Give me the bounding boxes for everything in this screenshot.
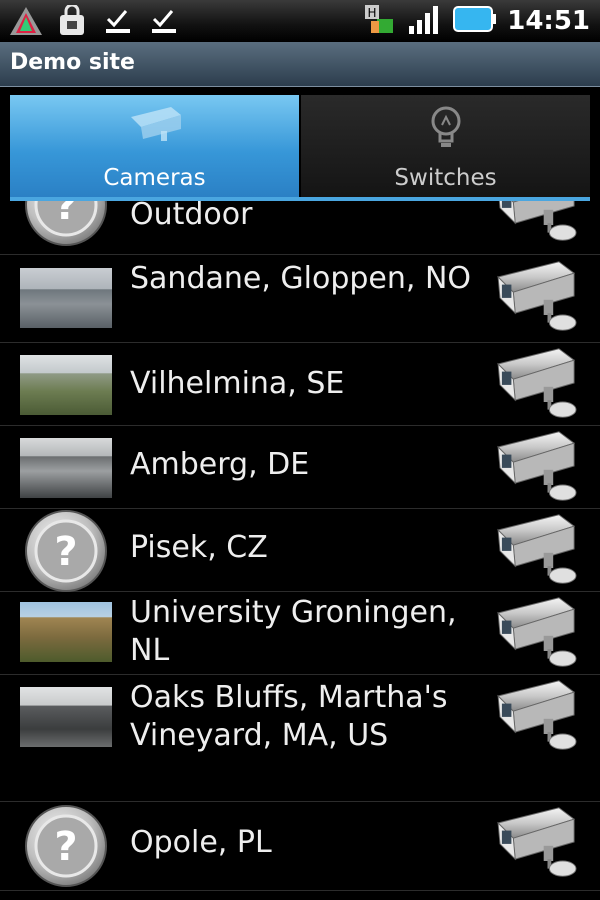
app-launcher-notification-icon [6,3,46,39]
list-item[interactable]: Amberg, DE [0,426,600,509]
camera-thumbnail [20,355,112,415]
camera-list: Outdoor Sandane, Gloppen, NO Vilhelmina,… [0,201,600,900]
unknown-thumbnail-icon [24,509,108,593]
svg-text:H: H [368,6,377,20]
tab-label: Switches [394,165,497,191]
list-item[interactable]: Opole, PL [0,802,600,891]
security-camera-icon [497,201,577,241]
camera-label: Vilhelmina, SE [130,366,345,401]
list-item[interactable]: Vilhelmina, SE [0,343,600,426]
list-item[interactable]: Outdoor [0,201,600,255]
title-bar: Demo site [0,42,600,87]
camera-label: Sandane, Gloppen, NO [130,261,472,296]
camera-label: Oaks Bluffs, Martha's Vineyard, MA, US [130,680,448,753]
list-item[interactable]: Pisek, CZ [0,509,600,593]
download-complete-icon [98,3,138,39]
camera-label: University Groningen, NL [130,595,457,668]
download-complete-icon [144,3,184,39]
security-camera-icon [127,105,183,149]
unknown-thumbnail-icon [24,201,108,247]
list-item[interactable]: University Groningen, NL [0,592,600,675]
security-camera-icon [497,431,577,501]
unknown-thumbnail-icon [24,804,108,888]
list-item[interactable]: Oaks Bluffs, Martha's Vineyard, MA, US [0,675,600,802]
tab-cameras[interactable]: Cameras [10,95,299,199]
app-title: Demo site [10,50,135,75]
battery-icon [453,6,497,36]
tab-switches[interactable]: Switches [299,95,590,199]
camera-thumbnail [20,687,112,747]
camera-thumbnail [20,438,112,498]
camera-label: Amberg, DE [130,447,310,482]
lightbulb-icon [429,105,463,155]
security-camera-icon [497,807,577,877]
camera-label: Pisek, CZ [130,530,268,565]
list-item[interactable]: Sandane, Gloppen, NO [0,254,600,343]
tab-label: Cameras [103,165,206,191]
security-camera-icon [497,261,577,331]
tab-bar: Cameras Switches [10,95,590,199]
camera-label: Opole, PL [130,825,272,860]
signal-strength-icon [407,4,443,38]
status-clock: 14:51 [507,6,590,36]
network-type-icon: H [363,3,397,39]
status-bar: H 14:51 [0,0,600,42]
camera-thumbnail [20,268,112,328]
security-camera-icon [497,597,577,667]
lock-bag-notification-icon [52,3,92,39]
camera-label: Outdoor [130,201,253,232]
security-camera-icon [497,348,577,418]
camera-thumbnail [20,602,112,662]
security-camera-icon [497,514,577,584]
security-camera-icon [497,680,577,750]
